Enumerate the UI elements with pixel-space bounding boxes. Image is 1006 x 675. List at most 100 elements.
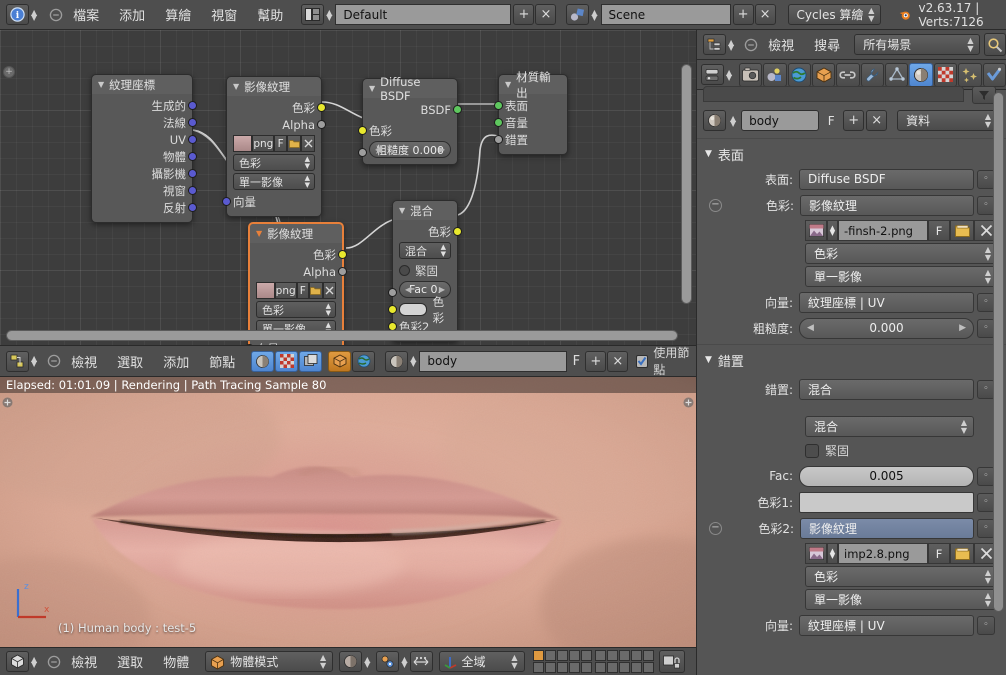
unlink-icon[interactable] <box>322 282 336 299</box>
node-material-output[interactable]: ▼ 材質輸出 表面 音量 錯置 <box>494 70 568 155</box>
viewport-editor-type-selector[interactable]: ▲ ▼ <box>6 651 37 672</box>
collapse-icon[interactable] <box>47 354 61 368</box>
node-diffuse-bsdf[interactable]: ▼ Diffuse BSDF BSDF 色彩 ◀ 粗糙度 0.000 ▶ <box>358 75 462 165</box>
collapse-minus-icon[interactable]: − <box>709 198 722 212</box>
socket-alpha[interactable] <box>338 267 347 276</box>
menu-render[interactable]: 算繪 <box>155 5 201 24</box>
displacement-colorspace-dropdown[interactable]: 色彩 ▲ ▼ <box>805 566 998 587</box>
layer-19[interactable] <box>630 662 642 673</box>
tab-particles[interactable] <box>958 62 982 87</box>
layer-11[interactable] <box>532 662 544 673</box>
socket-color[interactable] <box>317 103 326 112</box>
color1-swatch[interactable] <box>399 303 427 316</box>
outliner-display-mode-dropdown[interactable]: 所有場景 ▲ ▼ <box>854 34 981 55</box>
surface-image-name[interactable]: -finsh-2.png <box>838 220 928 241</box>
layer-12[interactable] <box>544 662 556 673</box>
node-toolbar-expand-icon[interactable]: + <box>3 66 15 78</box>
tab-world[interactable] <box>787 62 811 87</box>
info-icon[interactable]: i <box>6 4 29 25</box>
screen-layout-name[interactable]: Default <box>335 4 512 25</box>
window-collapse-icon[interactable] <box>49 8 63 22</box>
viewport-toolbar-expand-icon[interactable] <box>2 397 13 408</box>
open-folder-icon[interactable] <box>950 220 974 241</box>
open-folder-icon[interactable] <box>286 135 302 152</box>
material-add-button[interactable]: + <box>843 110 865 131</box>
color2-input-dropdown[interactable]: 影像紋理 ◦ <box>800 517 995 539</box>
scene-name-field[interactable]: Scene <box>600 4 731 25</box>
panel-surface-title[interactable]: ▼ 表面 <box>697 142 1006 166</box>
collapse-triangle-icon[interactable]: ▼ <box>705 149 712 159</box>
menu-window[interactable]: 視窗 <box>201 5 247 24</box>
node-image-texture-top[interactable]: ▼ 影像紋理 色彩 Alpha png F 色彩 ▲ ▼ 單一影像 ▲ ▼ 向量 <box>222 76 326 217</box>
socket-camera[interactable] <box>188 169 197 178</box>
rendered-shading-icon[interactable] <box>339 651 363 672</box>
node-output-generated[interactable]: 生成的 <box>98 97 197 114</box>
layer-10[interactable] <box>642 650 654 661</box>
node-material-name[interactable]: body <box>419 350 568 372</box>
socket-volume[interactable] <box>494 118 503 127</box>
layer-9[interactable] <box>630 650 642 661</box>
unlink-icon[interactable] <box>301 135 315 152</box>
outliner-menu-search[interactable]: 搜尋 <box>804 35 850 54</box>
pivot-spinner[interactable]: ▲ ▼ <box>401 655 407 668</box>
node-output-color[interactable]: 色彩 <box>399 223 462 240</box>
node-delete-material-button[interactable]: × <box>607 350 629 372</box>
open-folder-icon[interactable] <box>308 282 323 299</box>
displacement-vector-dropdown[interactable]: 紋理座標 | UV ◦ <box>799 614 995 636</box>
surface-image-fake-user[interactable]: F <box>928 220 950 241</box>
socket-color[interactable] <box>338 250 347 259</box>
node-editor-type-spinner[interactable]: ▲ ▼ <box>31 355 37 368</box>
viewport-editor-type-spinner[interactable]: ▲ ▼ <box>31 655 37 668</box>
layer-1[interactable] <box>532 650 544 661</box>
layer-17[interactable] <box>606 662 618 673</box>
surface-source-dropdown[interactable]: 單一影像 ▲ ▼ <box>805 266 998 287</box>
layer-4[interactable] <box>568 650 580 661</box>
image-datablock-spinner[interactable]: ▲ ▼ <box>827 220 838 241</box>
collapse-triangle-icon[interactable]: ▼ <box>233 82 239 91</box>
displacement-input-dropdown[interactable]: 混合 ◦ <box>799 378 995 400</box>
interaction-mode-dropdown[interactable]: 物體模式 ▲ ▼ <box>205 651 334 672</box>
layer-15[interactable] <box>580 662 592 673</box>
object-icon[interactable] <box>328 350 352 372</box>
color1-swatch[interactable]: ◦ <box>799 491 995 513</box>
socket-color[interactable] <box>453 227 462 236</box>
editor-type-selector[interactable]: i ▲ ▼ <box>6 4 37 25</box>
fake-user-button[interactable]: F <box>274 135 287 152</box>
image-name-field[interactable]: png <box>252 135 275 152</box>
node-menu-select[interactable]: 選取 <box>107 352 153 371</box>
checkbox-clamp[interactable] <box>805 443 819 458</box>
scene-spinner[interactable]: ▲ ▼ <box>591 8 597 21</box>
node-header[interactable]: ▼ 紋理座標 <box>92 75 192 94</box>
node-texture-coordinate[interactable]: ▼ 紋理座標 生成的 法線 UV 物體 攝影機 視窗 反射 <box>91 74 197 223</box>
vp-menu-select[interactable]: 選取 <box>107 652 153 671</box>
fac-slider[interactable]: 0.005 ◦ <box>799 465 995 487</box>
layer-7[interactable] <box>606 650 618 661</box>
socket-generated[interactable] <box>188 101 197 110</box>
node-output-color[interactable]: 色彩 <box>256 246 347 263</box>
node-output-camera[interactable]: 攝影機 <box>98 165 197 182</box>
properties-icon[interactable] <box>701 64 724 85</box>
node-output-alpha[interactable]: Alpha <box>233 116 326 133</box>
displacement-blendmode-dropdown[interactable]: 混合 ▲ ▼ <box>805 416 974 437</box>
shading-mode-selector[interactable]: ▲ ▼ <box>339 651 370 672</box>
node-menu-add[interactable]: 添加 <box>153 352 199 371</box>
transform-orientation-dropdown[interactable]: 全域 ▲ ▼ <box>438 651 525 672</box>
clamp-checkbox-row[interactable]: 緊固 <box>805 442 1006 459</box>
node-output-color[interactable]: 色彩 <box>233 99 326 116</box>
socket-vector[interactable] <box>222 197 231 206</box>
chevron-left-icon[interactable]: ◀ <box>375 145 381 154</box>
layer-8[interactable] <box>618 650 630 661</box>
search-icon[interactable] <box>984 33 1006 56</box>
shading-mode-spinner[interactable]: ▲ ▼ <box>364 655 370 668</box>
delete-scene-button[interactable]: × <box>754 4 776 25</box>
collapse-triangle-icon[interactable]: ▼ <box>98 80 104 89</box>
node-menu-view[interactable]: 檢視 <box>61 352 107 371</box>
socket-fac[interactable] <box>388 288 397 297</box>
material-icon[interactable] <box>251 350 275 372</box>
layer-5[interactable] <box>580 650 592 661</box>
socket-roughness[interactable] <box>358 148 367 157</box>
outliner-editor-type-spinner[interactable]: ▲ ▼ <box>728 38 734 51</box>
material-name-field[interactable]: body <box>741 110 820 131</box>
properties-area[interactable]: ▲ ▼ 檢視 搜尋 所有場景 ▲ ▼ ▲ ▼ ▲ ▼ body F + × 資料… <box>696 30 1006 675</box>
node-editor-type-selector[interactable]: ▲ ▼ <box>6 350 37 372</box>
